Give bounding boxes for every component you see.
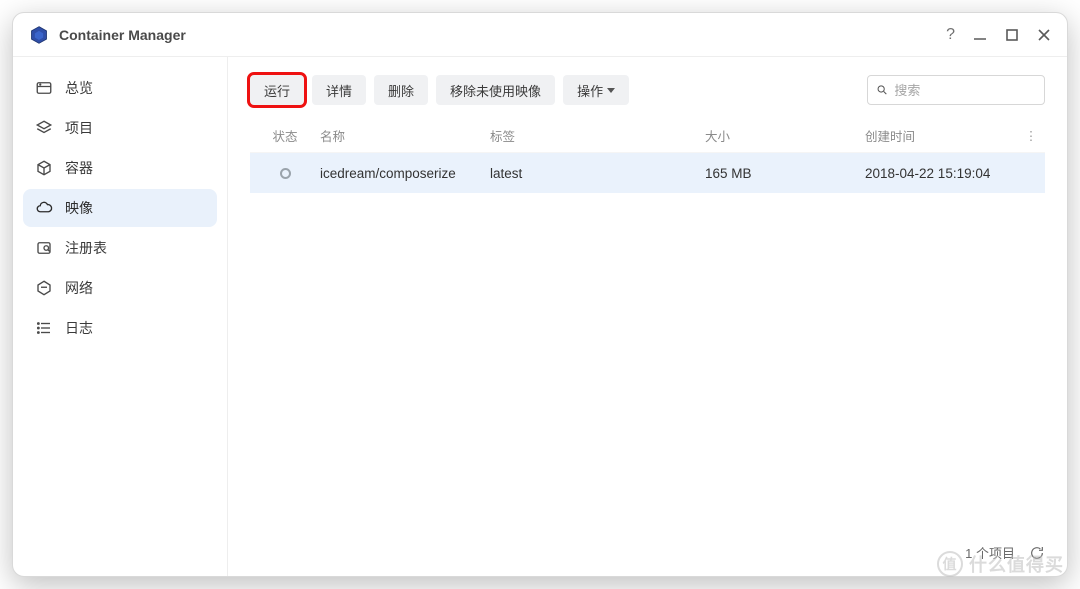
sidebar-item-container[interactable]: 容器 [23,149,217,187]
title-bar: Container Manager ? [13,13,1067,57]
sidebar-item-network[interactable]: 网络 [23,269,217,307]
details-button[interactable]: 详情 [312,75,366,105]
maximize-button[interactable] [1005,28,1019,42]
watermark-text: 什么值得买 [969,551,1064,577]
sidebar-item-image[interactable]: 映像 [23,189,217,227]
col-header-status[interactable]: 状态 [250,126,320,145]
sidebar-item-label: 容器 [65,158,93,178]
sidebar-item-overview[interactable]: 总览 [23,69,217,107]
sidebar-item-label: 总览 [65,78,93,98]
remove-unused-button[interactable]: 移除未使用映像 [436,75,555,105]
sidebar-item-label: 项目 [65,118,93,138]
registry-icon [35,239,53,257]
col-header-name[interactable]: 名称 [320,126,490,145]
run-button[interactable]: 运行 [250,75,304,105]
search-icon [876,83,888,97]
window-body: 总览 项目 容器 映像 注册表 网络 [13,57,1067,576]
sidebar-item-log[interactable]: 日志 [23,309,217,347]
search-input[interactable] [894,83,1036,98]
cube-icon [35,159,53,177]
minimize-button[interactable] [973,28,987,42]
app-window: Container Manager ? 总览 项目 容器 [12,12,1068,577]
grid-header-row: 状态 名称 标签 大小 创建时间 ⋮ [250,119,1045,153]
actions-label: 操作 [577,81,603,100]
chevron-down-icon [607,88,615,93]
app-icon [29,25,49,45]
close-button[interactable] [1037,28,1051,42]
row-status [250,168,320,179]
col-header-menu[interactable]: ⋮ [1017,128,1045,143]
network-icon [35,279,53,297]
main-pane: 运行 详情 删除 移除未使用映像 操作 状态 名称 标签 [228,57,1067,576]
col-header-created[interactable]: 创建时间 [865,126,1017,145]
sidebar: 总览 项目 容器 映像 注册表 网络 [13,57,228,576]
help-button[interactable]: ? [946,26,955,44]
sidebar-item-label: 日志 [65,318,93,338]
watermark: 值 什么值得买 [937,551,1064,577]
sidebar-item-label: 映像 [65,198,93,218]
list-icon [35,319,53,337]
sidebar-item-project[interactable]: 项目 [23,109,217,147]
sidebar-item-label: 网络 [65,278,93,298]
delete-button[interactable]: 删除 [374,75,428,105]
image-grid: 状态 名称 标签 大小 创建时间 ⋮ icedream/composerize … [228,119,1067,532]
status-dot-icon [280,168,291,179]
row-size: 165 MB [705,166,865,181]
row-tag: latest [490,166,705,181]
sidebar-item-registry[interactable]: 注册表 [23,229,217,267]
watermark-badge: 值 [937,551,963,577]
row-name: icedream/composerize [320,166,490,181]
actions-dropdown[interactable]: 操作 [563,75,629,105]
overview-icon [35,79,53,97]
layers-icon [35,119,53,137]
col-header-tag[interactable]: 标签 [490,126,705,145]
row-created: 2018-04-22 15:19:04 [865,166,1017,181]
col-header-size[interactable]: 大小 [705,126,865,145]
search-box[interactable] [867,75,1045,105]
sidebar-item-label: 注册表 [65,238,107,258]
cloud-icon [35,199,53,217]
app-title: Container Manager [59,27,186,43]
table-row[interactable]: icedream/composerize latest 165 MB 2018-… [250,153,1045,193]
toolbar: 运行 详情 删除 移除未使用映像 操作 [228,57,1067,119]
